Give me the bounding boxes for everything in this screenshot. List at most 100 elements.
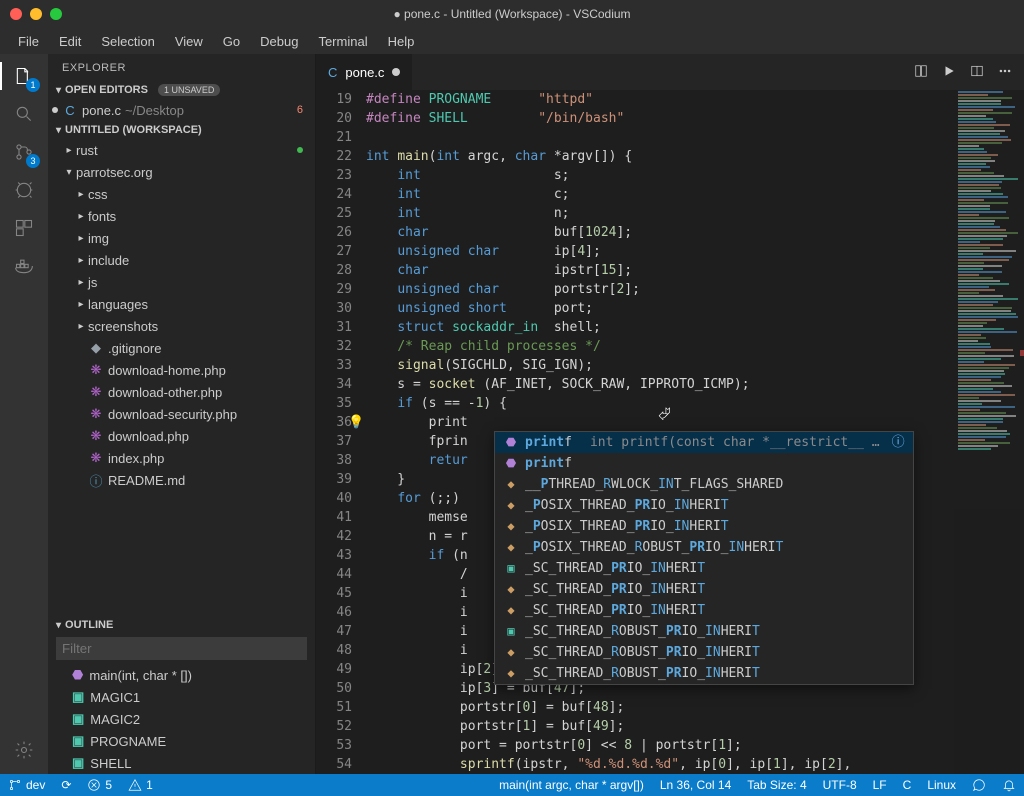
file-item[interactable]: ❋download-security.php [48, 403, 315, 425]
file-icon: ◆ [88, 340, 104, 356]
menubar: File Edit Selection View Go Debug Termin… [0, 28, 1024, 54]
outline-filter-input[interactable] [56, 637, 307, 660]
file-item[interactable]: ◆.gitignore [48, 337, 315, 359]
suggest-item[interactable]: ◆_SC_THREAD_PRIO_INHERIT [495, 579, 913, 600]
scm-badge: 3 [26, 154, 40, 168]
sidebar-title: EXPLORER [48, 54, 315, 82]
folder-css[interactable]: ▸css [48, 183, 315, 205]
window-title: ● pone.c - Untitled (Workspace) - VSCodi… [0, 7, 1024, 21]
menu-file[interactable]: File [8, 30, 49, 53]
chevron-down-icon: ▾ [56, 620, 61, 631]
outline-item[interactable]: ▣MAGIC1 [48, 686, 315, 708]
open-editors-header[interactable]: ▾ OPEN EDITORS 1 UNSAVED [48, 82, 315, 98]
file-item[interactable]: ❋download-home.php [48, 359, 315, 381]
outline-item[interactable]: ▣PROGNAME [48, 730, 315, 752]
chevron-right-icon: ▸ [74, 299, 88, 310]
split-editor-icon[interactable] [970, 64, 984, 81]
suggest-item[interactable]: ▣_SC_THREAD_ROBUST_PRIO_INHERIT [495, 621, 913, 642]
folder-js[interactable]: ▸js [48, 271, 315, 293]
suggest-item[interactable]: ◆_SC_THREAD_PRIO_INHERIT [495, 600, 913, 621]
close-window-button[interactable] [10, 8, 22, 20]
status-errors[interactable]: 5 [79, 774, 120, 796]
debug-icon[interactable] [10, 176, 38, 204]
chevron-right-icon: ▸ [74, 255, 88, 266]
suggest-kind-icon: ◆ [503, 517, 519, 536]
titlebar: ● pone.c - Untitled (Workspace) - VSCodi… [0, 0, 1024, 28]
folder-rust[interactable]: ▸ rust [48, 139, 315, 161]
menu-edit[interactable]: Edit [49, 30, 91, 53]
file-item[interactable]: ❋download.php [48, 425, 315, 447]
status-context[interactable]: main(int argc, char * argv[]) [491, 778, 652, 792]
suggest-item[interactable]: ⬣printfint printf(const char *__restrict… [495, 432, 913, 453]
chevron-right-icon: ▸ [74, 321, 88, 332]
open-editor-file[interactable]: C pone.c ~/Desktop 6 [48, 99, 315, 121]
status-sync[interactable]: ⟳ [53, 774, 79, 796]
menu-go[interactable]: Go [213, 30, 250, 53]
status-tabsize[interactable]: Tab Size: 4 [739, 778, 814, 792]
file-item[interactable]: ❋download-other.php [48, 381, 315, 403]
more-icon[interactable] [998, 64, 1012, 81]
constant-icon: ▣ [72, 689, 84, 705]
folder-fonts[interactable]: ▸fonts [48, 205, 315, 227]
c-file-icon: C [62, 103, 78, 118]
menu-view[interactable]: View [165, 30, 213, 53]
suggest-item[interactable]: ◆_SC_THREAD_ROBUST_PRIO_INHERIT [495, 663, 913, 684]
folder-include[interactable]: ▸include [48, 249, 315, 271]
maximize-window-button[interactable] [50, 8, 62, 20]
menu-selection[interactable]: Selection [91, 30, 164, 53]
menu-terminal[interactable]: Terminal [308, 30, 377, 53]
status-os[interactable]: Linux [919, 778, 964, 792]
status-branch[interactable]: dev [0, 774, 53, 796]
suggest-item[interactable]: ▣_SC_THREAD_PRIO_INHERIT [495, 558, 913, 579]
file-icon: ❋ [88, 384, 104, 400]
status-cursor-pos[interactable]: Ln 36, Col 14 [652, 778, 739, 792]
status-eol[interactable]: LF [865, 778, 895, 792]
folder-languages[interactable]: ▸languages [48, 293, 315, 315]
workspace-header[interactable]: ▾ UNTITLED (WORKSPACE) [48, 122, 315, 138]
suggest-kind-icon: ⬣ [503, 433, 519, 452]
explorer-icon[interactable]: 1 [10, 62, 38, 90]
outline-item[interactable]: ▣MAGIC2 [48, 708, 315, 730]
info-icon[interactable]: ⓘ [892, 433, 905, 452]
menu-help[interactable]: Help [378, 30, 425, 53]
run-icon[interactable] [942, 64, 956, 81]
suggest-item[interactable]: ◆__PTHREAD_RWLOCK_INT_FLAGS_SHARED [495, 474, 913, 495]
status-feedback-icon[interactable] [964, 778, 994, 792]
chevron-down-icon: ▾ [62, 167, 76, 178]
status-warnings[interactable]: 1 [120, 774, 161, 796]
suggest-item[interactable]: ◆_SC_THREAD_ROBUST_PRIO_INHERIT [495, 642, 913, 663]
outline-item[interactable]: ⬣main(int, char * []) [48, 664, 315, 686]
status-language[interactable]: C [895, 778, 920, 792]
file-icon: ❋ [88, 406, 104, 422]
extensions-icon[interactable] [10, 214, 38, 242]
suggest-item[interactable]: ◆_POSIX_THREAD_PRIO_INHERIT [495, 516, 913, 537]
menu-debug[interactable]: Debug [250, 30, 308, 53]
tab-bar: C pone.c [316, 54, 1024, 90]
compare-icon[interactable] [914, 64, 928, 81]
lightbulb-icon[interactable]: 💡 [348, 413, 364, 432]
folder-parrotsec[interactable]: ▾ parrotsec.org [48, 161, 315, 183]
suggest-item[interactable]: ◆_POSIX_THREAD_PRIO_INHERIT [495, 495, 913, 516]
suggest-kind-icon: ⬣ [503, 454, 519, 473]
modified-dot-icon [52, 107, 58, 113]
tab-pone-c[interactable]: C pone.c [316, 54, 413, 90]
suggest-widget[interactable]: ⬣printfint printf(const char *__restrict… [494, 431, 914, 685]
suggest-item[interactable]: ◆_POSIX_THREAD_ROBUST_PRIO_INHERIT [495, 537, 913, 558]
docker-icon[interactable] [10, 252, 38, 280]
search-icon[interactable] [10, 100, 38, 128]
c-file-icon: C [328, 65, 337, 80]
suggest-item[interactable]: ⬣printf [495, 453, 913, 474]
status-bell-icon[interactable] [994, 778, 1024, 792]
suggest-kind-icon: ◆ [503, 643, 519, 662]
status-encoding[interactable]: UTF-8 [815, 778, 865, 792]
minimize-window-button[interactable] [30, 8, 42, 20]
folder-screenshots[interactable]: ▸screenshots [48, 315, 315, 337]
code-editor[interactable]: 1920212223242526272829303132333435363738… [316, 90, 1024, 774]
outline-header[interactable]: ▾ OUTLINE [48, 617, 315, 633]
file-item[interactable]: ❋index.php [48, 447, 315, 469]
settings-gear-icon[interactable] [10, 736, 38, 764]
outline-item[interactable]: ▣SHELL [48, 752, 315, 774]
file-item[interactable]: ⓘREADME.md [48, 469, 315, 491]
folder-img[interactable]: ▸img [48, 227, 315, 249]
source-control-icon[interactable]: 3 [10, 138, 38, 166]
